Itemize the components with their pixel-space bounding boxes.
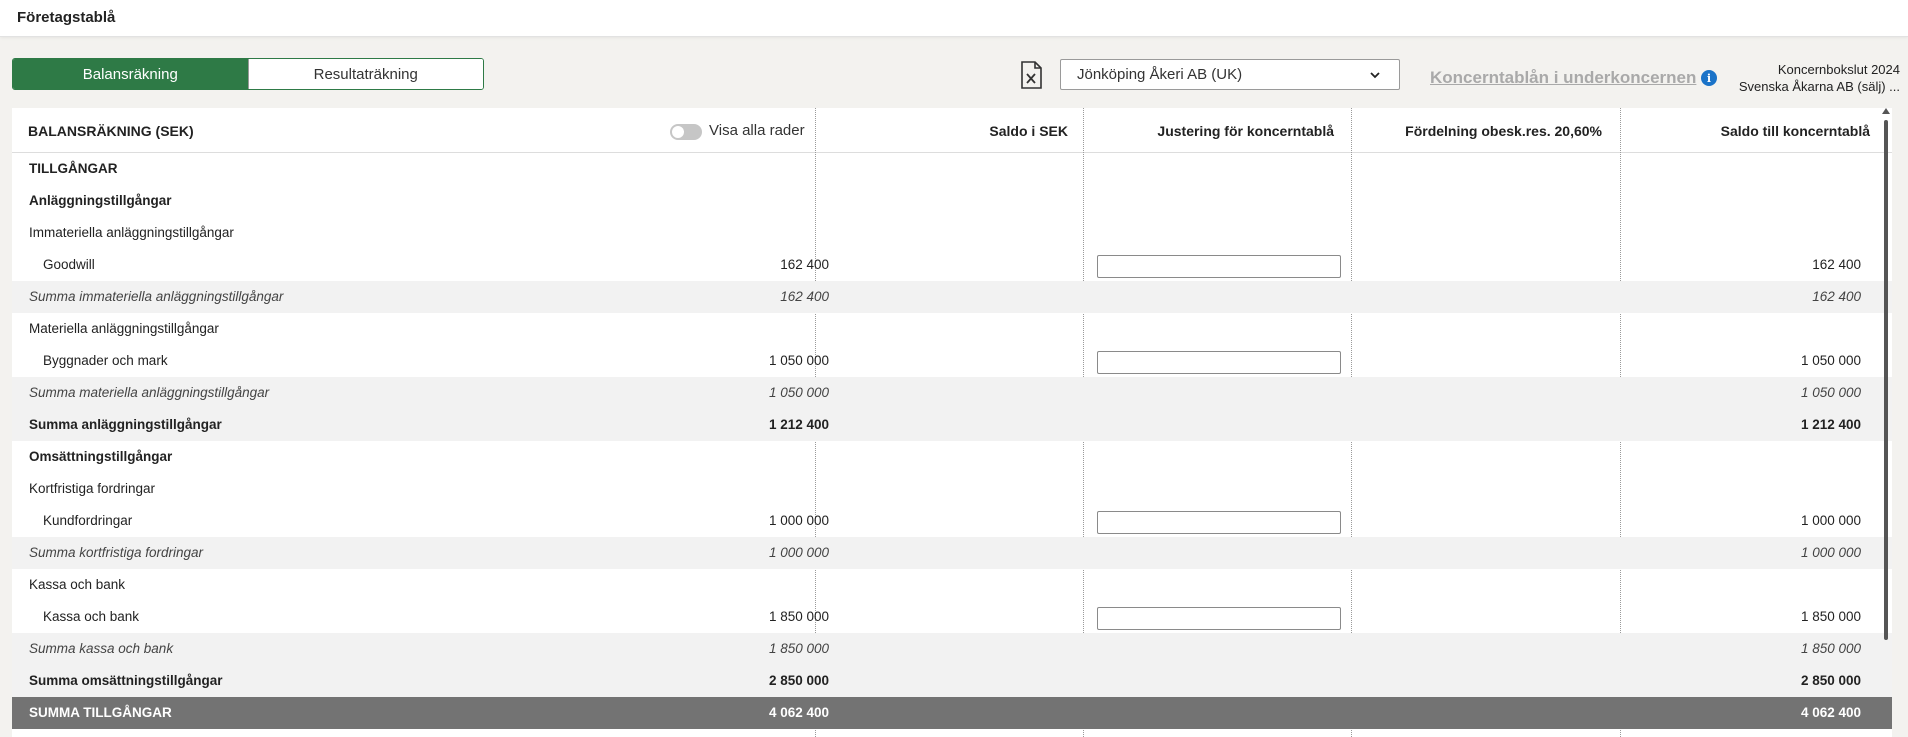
company-select-value: Jönköping Åkeri AB (UK) (1077, 66, 1243, 83)
saldo-koncerntabla-value: 1 850 000 (1800, 641, 1861, 656)
header-label: BALANSRÄKNING (SEK) (28, 122, 194, 139)
row-label: Summa immateriella anläggningstillgångar (29, 289, 284, 304)
table-row: SUMMA TILLGÅNGAR 4 062 400 4 062 400 (12, 697, 1892, 729)
row-label: Summa materiella anläggningstillgångar (29, 385, 270, 400)
group-info: Koncernbokslut 2024 Svenska Åkarna AB (s… (1730, 61, 1900, 95)
table-body: TILLGÅNGAR Anläggningstillgångar Immaterie… (12, 153, 1892, 729)
table-row: Kassa och bank 1 850 000 1 850 000 (12, 601, 1892, 633)
saldo-sek-value: 1 050 000 (768, 385, 829, 400)
scrollbar-thumb[interactable] (1884, 120, 1888, 640)
row-label: Summa kortfristiga fordringar (29, 545, 204, 560)
page-title: Företagstablå (17, 9, 116, 26)
underkoncern-link[interactable]: Koncerntablån i underkoncernen (1430, 68, 1696, 88)
row-label: SUMMA TILLGÅNGAR (29, 705, 172, 720)
saldo-koncerntabla-value: 1 000 000 (1800, 513, 1861, 528)
table-row: Omsättningstillgångar (12, 441, 1892, 473)
saldo-koncerntabla-value: 1 000 000 (1800, 545, 1861, 560)
row-label: Kundfordringar (43, 513, 133, 528)
row-label: Kassa och bank (29, 577, 126, 592)
table-row: Goodwill 162 400 162 400 (12, 249, 1892, 281)
saldo-sek-value: 1 850 000 (768, 609, 829, 624)
table-row: TILLGÅNGAR (12, 153, 1892, 185)
top-bar: Företagstablå (0, 0, 1908, 37)
table-row: Materiella anläggningstillgångar (12, 313, 1892, 345)
show-all-rows-label: Visa alla rader (709, 122, 805, 139)
saldo-koncerntabla-value: 162 400 (1812, 289, 1861, 304)
saldo-sek-value: 1 000 000 (768, 513, 829, 528)
row-label: Goodwill (43, 257, 95, 272)
row-label: Summa kassa och bank (29, 641, 174, 656)
saldo-sek-value: 1 212 400 (768, 417, 829, 432)
table-row: Summa immateriella anläggningstillgångar… (12, 281, 1892, 313)
table-row: Summa kortfristiga fordringar 1 000 000 1 … (12, 537, 1892, 569)
row-label: Summa omsättningstillgångar (29, 673, 223, 688)
header-fordelning: Fördelning obesk.res. 20,60% (1405, 122, 1602, 139)
header-justering: Justering för koncerntablå (1157, 122, 1334, 139)
balance-table: BALANSRÄKNING (SEK) Visa alla rader Sald… (12, 108, 1892, 737)
saldo-koncerntabla-value: 1 850 000 (1800, 609, 1861, 624)
table-row: Summa omsättningstillgångar 2 850 000 2 85… (12, 665, 1892, 697)
row-label: Byggnader och mark (43, 353, 168, 368)
row-label: TILLGÅNGAR (29, 161, 118, 176)
saldo-koncerntabla-value: 1 050 000 (1800, 385, 1861, 400)
tab-balansrakning[interactable]: Balansräkning (13, 59, 248, 89)
scroll-up-icon[interactable] (1882, 108, 1890, 114)
header-saldo-koncerntabla: Saldo till koncerntablå (1720, 122, 1870, 139)
row-label: Summa anläggningstillgångar (29, 417, 222, 432)
row-label: Anläggningstillgångar (29, 193, 172, 208)
group-info-year: Koncernbokslut 2024 (1777, 62, 1900, 77)
table-row: Immateriella anläggningstillgångar (12, 217, 1892, 249)
adjustment-input[interactable] (1097, 607, 1341, 630)
row-label: Kortfristiga fordringar (29, 481, 156, 496)
row-label: Immateriella anläggningstillgångar (29, 225, 234, 240)
table-scrollbar[interactable] (1882, 108, 1890, 737)
adjustment-input[interactable] (1097, 511, 1341, 534)
group-info-company: Svenska Åkarna AB (sälj) ... (1738, 79, 1900, 94)
adjustment-input[interactable] (1097, 255, 1341, 278)
table-row: Kundfordringar 1 000 000 1 000 000 (12, 505, 1892, 537)
info-icon[interactable]: i (1701, 70, 1717, 86)
table-row: Summa anläggningstillgångar 1 212 400 1 21… (12, 409, 1892, 441)
company-select[interactable]: Jönköping Åkeri AB (UK) (1060, 59, 1400, 90)
saldo-sek-value: 4 062 400 (768, 705, 829, 720)
table-row: Kortfristiga fordringar (12, 473, 1892, 505)
statement-tabs: Balansräkning Resultaträkning (12, 58, 484, 90)
saldo-koncerntabla-value: 2 850 000 (1800, 673, 1861, 688)
row-label: Omsättningstillgångar (29, 449, 173, 464)
chevron-down-icon (1370, 72, 1380, 79)
table-row: Kassa och bank (12, 569, 1892, 601)
saldo-sek-value: 1 050 000 (768, 353, 829, 368)
excel-export-icon[interactable] (1019, 61, 1043, 89)
saldo-koncerntabla-value: 4 062 400 (1800, 705, 1861, 720)
table-row: Summa kassa och bank 1 850 000 1 850 000 (12, 633, 1892, 665)
table-header: BALANSRÄKNING (SEK) Visa alla rader Sald… (12, 108, 1892, 153)
toggle-knob (672, 126, 684, 138)
saldo-sek-value: 1 850 000 (768, 641, 829, 656)
saldo-koncerntabla-value: 1 050 000 (1800, 353, 1861, 368)
table-row: Byggnader och mark 1 050 000 1 050 000 (12, 345, 1892, 377)
header-saldo-sek: Saldo i SEK (989, 122, 1068, 139)
saldo-sek-value: 162 400 (780, 257, 829, 272)
adjustment-input[interactable] (1097, 351, 1341, 374)
row-label: Materiella anläggningstillgångar (29, 321, 219, 336)
table-row: Summa materiella anläggningstillgångar 1 … (12, 377, 1892, 409)
saldo-koncerntabla-value: 1 212 400 (1800, 417, 1861, 432)
saldo-sek-value: 1 000 000 (768, 545, 829, 560)
saldo-koncerntabla-value: 162 400 (1812, 257, 1861, 272)
tab-resultatrakning[interactable]: Resultaträkning (247, 59, 483, 89)
saldo-sek-value: 162 400 (780, 289, 829, 304)
row-label: Kassa och bank (43, 609, 140, 624)
table-row: Anläggningstillgångar (12, 185, 1892, 217)
show-all-rows-toggle[interactable] (670, 124, 702, 140)
saldo-sek-value: 2 850 000 (768, 673, 829, 688)
